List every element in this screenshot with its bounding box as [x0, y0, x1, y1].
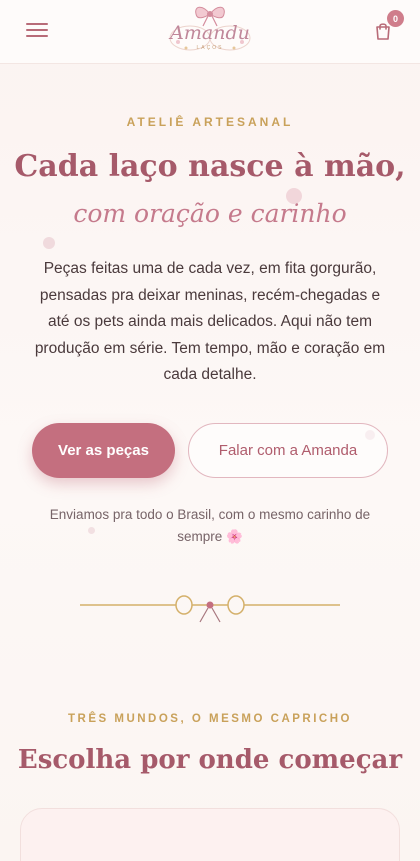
- section-title: Escolha por onde começar: [17, 745, 403, 775]
- site-header: Amandu LAÇOS 0: [0, 0, 420, 64]
- hamburger-icon-line: [26, 35, 48, 37]
- decor-dot: [43, 237, 55, 249]
- section-eyebrow: TRÊS MUNDOS, O MESMO CAPRICHO: [68, 713, 352, 725]
- hero-headline-script: com oração e carinho: [73, 199, 347, 228]
- bow-divider-icon: [80, 595, 340, 623]
- cart-count-badge: 0: [387, 10, 404, 27]
- hero-intro: Peças feitas uma de cada vez, em fita go…: [34, 260, 386, 383]
- view-pieces-button[interactable]: Ver as peças: [32, 423, 175, 478]
- menu-button[interactable]: [26, 22, 48, 38]
- talk-to-amanda-button[interactable]: Falar com a Amanda: [188, 423, 388, 478]
- brand-logo[interactable]: Amandu LAÇOS: [166, 2, 254, 60]
- brand-tagline: LAÇOS: [196, 45, 224, 51]
- hero-headline: Cada laço nasce à mão,: [14, 149, 406, 184]
- hero-eyebrow: ATELIÊ ARTESANAL: [126, 115, 294, 129]
- category-card[interactable]: [20, 808, 400, 861]
- brand-name: Amandu: [170, 22, 250, 44]
- shipping-note: Enviamos pra todo o Brasil, com o mesmo …: [49, 507, 371, 544]
- hamburger-icon-line: [26, 23, 48, 25]
- hamburger-icon-line: [26, 29, 48, 31]
